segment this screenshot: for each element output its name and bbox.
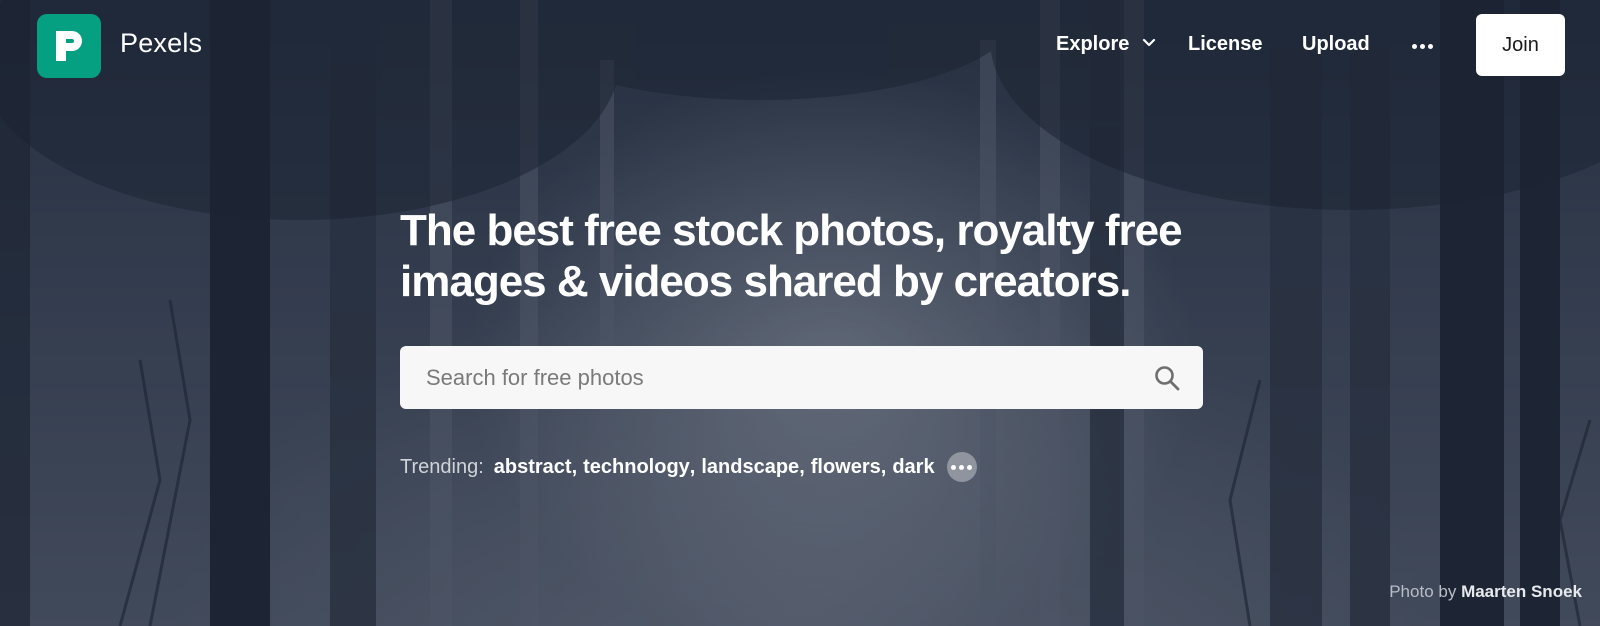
join-button[interactable]: Join (1476, 14, 1565, 76)
trending-link-abstract[interactable]: abstract (494, 456, 572, 479)
ellipsis-icon[interactable] (1412, 44, 1433, 49)
hero-headline-line1: The best free stock photos, royalty free (400, 206, 1183, 255)
nav-explore[interactable]: Explore (1056, 33, 1129, 56)
search-input[interactable] (426, 346, 1116, 409)
nav-upload[interactable]: Upload (1302, 33, 1370, 56)
search-icon[interactable] (1153, 364, 1181, 392)
search-bar[interactable] (400, 346, 1203, 409)
pexels-logo-icon (56, 31, 82, 61)
photo-credit-author[interactable]: Maarten Snoek (1461, 582, 1582, 601)
chevron-down-icon[interactable] (1142, 36, 1156, 50)
more-trending-icon[interactable] (946, 452, 977, 482)
pexels-logo[interactable] (37, 14, 101, 78)
photo-credit-prefix: Photo by (1389, 582, 1457, 601)
hero-headline-line2: images & videos shared by creators. (400, 257, 1131, 306)
nav-license[interactable]: License (1188, 33, 1262, 56)
hero-headline: The best free stock photos, royalty free… (400, 205, 1200, 307)
trending-link-landscape[interactable]: landscape (701, 456, 799, 479)
trending-label: Trending: (400, 455, 484, 478)
brand-name[interactable]: Pexels (120, 28, 202, 59)
hero-overlay (0, 0, 1600, 626)
trending-searches: Trending: abstract, technology, landscap… (400, 452, 977, 482)
photo-credit: Photo by Maarten Snoek (1389, 582, 1582, 602)
trending-link-dark[interactable]: dark (892, 456, 934, 479)
top-navigation-bar: Pexels Explore License Upload Join (0, 0, 1600, 92)
trending-link-flowers[interactable]: flowers (811, 456, 881, 479)
trending-link-technology[interactable]: technology (583, 456, 690, 479)
